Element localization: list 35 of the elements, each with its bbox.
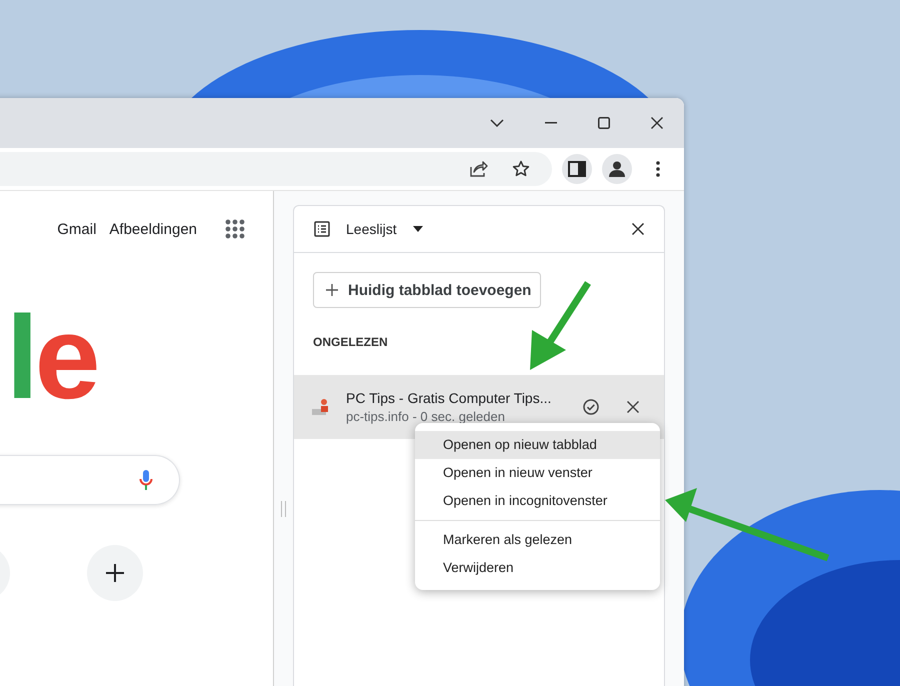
add-tab-button[interactable]: Huidig tabblad toevoegen	[313, 272, 542, 308]
microphone-icon[interactable]	[139, 469, 153, 491]
menu-item[interactable]: Markeren als gelezen	[415, 526, 660, 554]
search-field[interactable]	[0, 455, 180, 505]
plus-icon	[326, 284, 338, 296]
menu-item[interactable]: Openen in nieuw venster	[415, 459, 660, 487]
list-icon	[314, 221, 330, 237]
dropdown-caret-icon[interactable]	[412, 226, 423, 232]
minimize-icon[interactable]	[545, 122, 557, 124]
logo: le	[5, 299, 98, 409]
menu-item[interactable]: Openen op nieuw tabblad	[415, 431, 660, 459]
mark-read-icon[interactable]	[583, 399, 599, 415]
item-subtitle: pc-tips.info - 0 sec. geleden	[346, 409, 506, 424]
maximize-icon[interactable]	[598, 117, 610, 129]
menu-item[interactable]: Verwijderen	[415, 554, 660, 582]
close-icon[interactable]	[632, 223, 644, 235]
menu-item[interactable]: Openen in incognitovenster	[415, 487, 660, 515]
plus-icon	[106, 564, 124, 582]
header-link[interactable]: Afbeeldingen	[109, 220, 197, 238]
profile-button[interactable]	[602, 154, 632, 184]
section-heading: ONGELEZEN	[313, 335, 389, 351]
header-link[interactable]: Gmail	[57, 220, 96, 238]
remove-icon[interactable]	[627, 401, 639, 413]
person-icon	[608, 160, 626, 178]
chevron-down-icon[interactable]	[490, 119, 504, 127]
side-panel-button[interactable]	[562, 154, 592, 184]
resize-handle[interactable]	[281, 501, 286, 517]
panel-title: Leeslijst	[346, 221, 397, 237]
star-icon[interactable]	[512, 160, 530, 178]
menu-icon[interactable]	[656, 161, 660, 177]
item-title: PC Tips - Gratis Computer Tips...	[346, 390, 552, 406]
close-icon[interactable]	[651, 117, 663, 129]
apps-grid-icon[interactable]	[225, 219, 245, 239]
share-icon[interactable]	[470, 161, 488, 177]
side-panel-icon	[568, 161, 586, 177]
